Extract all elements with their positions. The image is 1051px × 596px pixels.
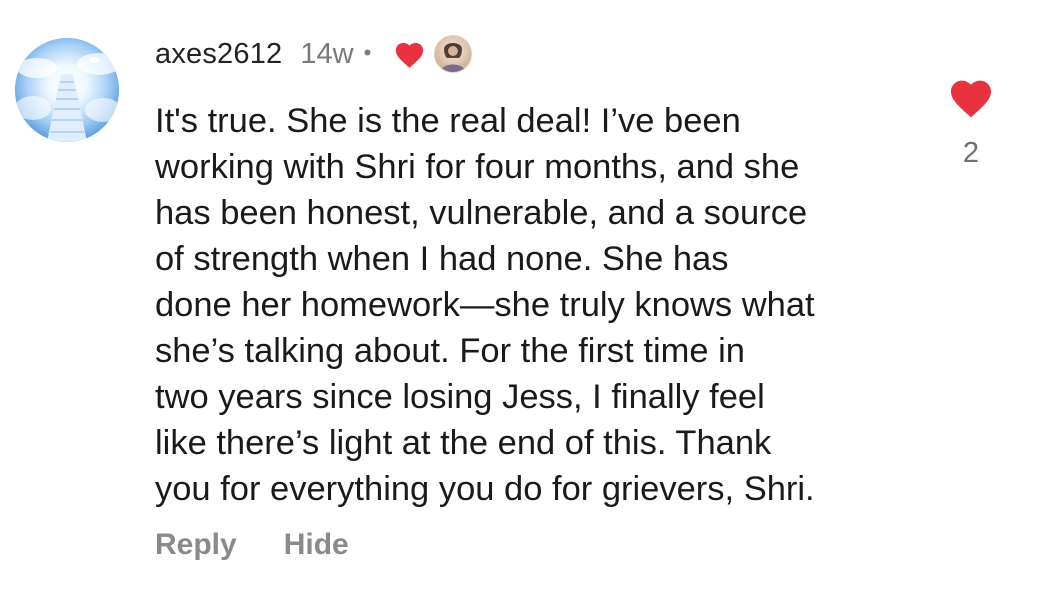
comment-line: has been honest, vulnerable, and a sourc…	[155, 194, 808, 232]
comment-line: of strength when I had none. She has	[155, 240, 729, 278]
stairway-to-heaven-image	[15, 38, 119, 142]
user-avatar[interactable]	[15, 38, 119, 142]
comment-line: she’s talking about. For the first time …	[155, 332, 745, 370]
like-count: 2	[962, 137, 980, 169]
comment-line: done her homework—she truly knows what	[155, 286, 815, 324]
comment: axes2612 14w • It's true. She is the rea…	[0, 0, 1051, 596]
comment-line: working with Shri for four months, and s…	[155, 148, 800, 186]
comment-body: It's true. She is the real deal! I’ve be…	[155, 98, 915, 512]
comment-line: you for everything you do for grievers, …	[155, 470, 815, 508]
timestamp: 14w	[300, 37, 354, 70]
like-button[interactable]: 2	[945, 75, 997, 185]
creator-avatar	[434, 35, 473, 73]
username[interactable]: axes2612	[155, 38, 282, 71]
comment-actions: Reply Hide	[155, 528, 349, 562]
comment-header: axes2612 14w •	[155, 30, 473, 78]
reply-button[interactable]: Reply	[155, 528, 237, 562]
heart-filled-icon[interactable]	[945, 75, 997, 119]
separator-dot: •	[363, 40, 372, 65]
creator-liked-heart-icon	[393, 39, 426, 69]
hide-button[interactable]: Hide	[284, 528, 349, 562]
comment-line: like there’s light at the end of this. T…	[155, 424, 772, 462]
comment-line: It's true. She is the real deal! I’ve be…	[155, 102, 741, 140]
comment-line: two years since losing Jess, I finally f…	[155, 378, 765, 416]
